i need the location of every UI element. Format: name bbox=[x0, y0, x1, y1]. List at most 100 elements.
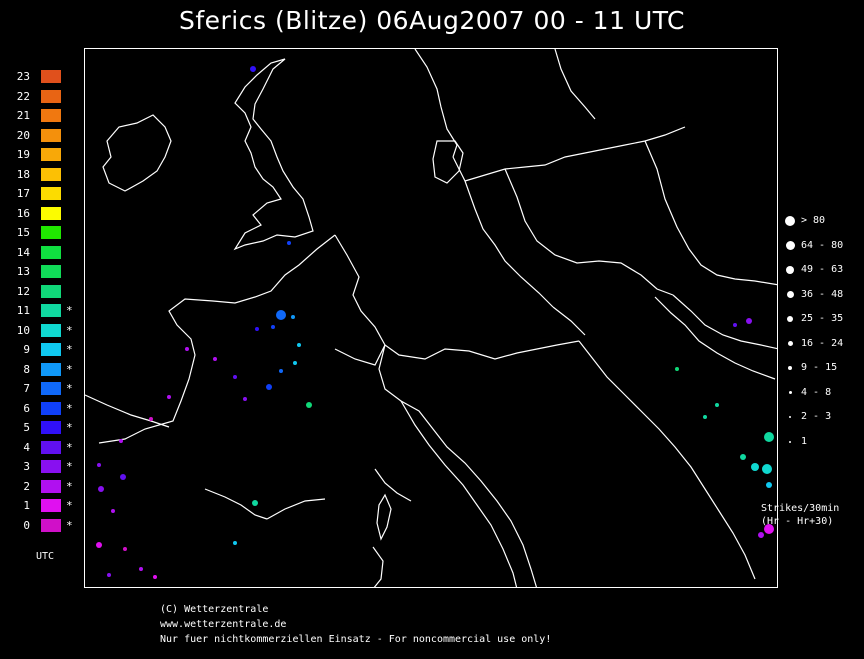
strike-size-range: 16 - 24 bbox=[801, 337, 844, 349]
legend-hour-label: 22 bbox=[16, 89, 30, 103]
legend-color-swatch bbox=[41, 401, 61, 415]
legend-color-swatch bbox=[41, 128, 61, 142]
legend-color-swatch bbox=[41, 518, 61, 532]
europe-map bbox=[85, 49, 777, 587]
strike-size-range: 4 - 8 bbox=[801, 386, 832, 398]
legend-color-swatch bbox=[41, 323, 61, 337]
legend-row-hour-7: 7 * bbox=[8, 382, 78, 396]
legend-row-hour-2: 2 * bbox=[8, 479, 78, 494]
legend-row-hour-9: 9 * bbox=[8, 343, 78, 357]
map-area bbox=[84, 48, 778, 588]
strike-size-row: > 80 bbox=[783, 214, 863, 228]
map-title: Sferics (Blitze) 06Aug2007 00 - 11 UTC bbox=[178, 6, 686, 35]
legend-row-hour-1: 1 * bbox=[8, 499, 78, 513]
strike-size-row: 16 - 24 bbox=[783, 337, 863, 351]
legend-active-marker: * bbox=[66, 460, 73, 473]
strike-size-dot bbox=[785, 241, 795, 250]
strike-size-range: > 80 bbox=[801, 215, 826, 226]
footer-notice: Nur fuer nichtkommerziellen Einsatz - Fo… bbox=[160, 634, 552, 645]
legend-color-swatch bbox=[41, 187, 61, 200]
legend-row-hour-10: 10 * bbox=[8, 323, 78, 338]
legend-row-hour-19: 19 bbox=[8, 148, 78, 162]
legend-row-hour-22: 22 bbox=[8, 89, 78, 104]
legend-color-swatch bbox=[41, 265, 61, 278]
strike-size-dot bbox=[786, 291, 794, 298]
strike-size-dot bbox=[789, 416, 791, 418]
strike-size-row: 4 - 8 bbox=[783, 386, 863, 400]
legend-hour-label: 11 bbox=[16, 304, 30, 317]
strike-size-range: 49 - 63 bbox=[801, 264, 844, 275]
legend-hour-label: 10 bbox=[16, 323, 30, 337]
legend-active-marker: * bbox=[66, 362, 73, 376]
legend-active-marker: * bbox=[66, 304, 73, 317]
legend-color-swatch bbox=[41, 382, 61, 395]
legend-color-swatch bbox=[41, 343, 61, 356]
strike-size-dot bbox=[786, 266, 794, 274]
strike-size-range: 36 - 48 bbox=[801, 288, 844, 300]
strike-size-row: 9 - 15 bbox=[783, 361, 863, 375]
legend-active-marker: * bbox=[66, 518, 73, 532]
strike-size-range: 2 - 3 bbox=[801, 411, 832, 422]
legend-color-swatch bbox=[41, 167, 61, 181]
legend-hour-label: 8 bbox=[23, 362, 30, 376]
legend-hour-label: 16 bbox=[16, 206, 30, 220]
legend-hour-label: 17 bbox=[16, 187, 30, 200]
legend-row-hour-12: 12 bbox=[8, 284, 78, 299]
legend-hour-label: 20 bbox=[16, 128, 30, 142]
legend-row-hour-4: 4 * bbox=[8, 440, 78, 455]
footer-copyright: (C) Wetterzentrale bbox=[160, 604, 269, 615]
strike-size-dot bbox=[787, 341, 793, 346]
legend-row-hour-20: 20 bbox=[8, 128, 78, 143]
legend-active-marker: * bbox=[66, 440, 73, 454]
legend-color-swatch bbox=[41, 304, 61, 317]
legend-row-hour-6: 6 * bbox=[8, 401, 78, 416]
legend-hour-label: 23 bbox=[16, 70, 30, 83]
legend-row-hour-15: 15 bbox=[8, 226, 78, 240]
legend-hour-label: 7 bbox=[23, 382, 30, 395]
legend-color-swatch bbox=[41, 479, 61, 493]
legend-row-hour-23: 23 bbox=[8, 70, 78, 84]
legend-color-swatch bbox=[41, 460, 61, 473]
legend-hour-label: 4 bbox=[23, 440, 30, 454]
legend-color-swatch bbox=[41, 89, 61, 103]
legend-active-marker: * bbox=[66, 323, 73, 337]
strike-size-range: 9 - 15 bbox=[801, 362, 838, 373]
legend-hour-label: 1 bbox=[23, 499, 30, 512]
legend-color-swatch bbox=[41, 70, 61, 83]
legend-color-swatch bbox=[41, 362, 61, 376]
legend-active-marker: * bbox=[66, 382, 73, 395]
legend-hour-label: 15 bbox=[16, 226, 30, 239]
strike-size-row: 49 - 63 bbox=[783, 263, 863, 277]
legend-hour-label: 13 bbox=[16, 265, 30, 278]
legend-row-hour-16: 16 bbox=[8, 206, 78, 221]
legend-hour-label: 9 bbox=[23, 343, 30, 356]
lightning-strikes bbox=[96, 66, 774, 579]
legend-active-marker: * bbox=[66, 421, 73, 434]
strikes-per-30min-note: Strikes/30min (Hr - Hr+30) bbox=[761, 503, 840, 527]
strike-size-row: 25 - 35 bbox=[783, 312, 863, 326]
strike-size-dot bbox=[785, 216, 795, 226]
legend-color-swatch bbox=[41, 440, 61, 454]
strike-size-dot bbox=[787, 316, 793, 322]
legend-row-hour-14: 14 bbox=[8, 245, 78, 260]
strike-size-row: 36 - 48 bbox=[783, 288, 863, 302]
legend-active-marker: * bbox=[66, 479, 73, 493]
legend-color-swatch bbox=[41, 421, 61, 434]
legend-row-hour-3: 3 * bbox=[8, 460, 78, 474]
strike-size-dot bbox=[788, 366, 792, 370]
legend-color-swatch bbox=[41, 499, 61, 512]
legend-hour-label: 14 bbox=[16, 245, 30, 259]
legend-hour-label: 18 bbox=[16, 167, 30, 181]
strike-size-range: 64 - 80 bbox=[801, 239, 844, 251]
legend-hour-label: 2 bbox=[23, 479, 30, 493]
strike-size-dot bbox=[789, 440, 791, 443]
legend-row-hour-13: 13 bbox=[8, 265, 78, 279]
legend-row-hour-17: 17 bbox=[8, 187, 78, 201]
strike-size-dot bbox=[788, 391, 792, 394]
legend-color-swatch bbox=[41, 284, 61, 298]
legend-color-swatch bbox=[41, 148, 61, 161]
strike-size-row: 2 - 3 bbox=[783, 410, 863, 424]
coastlines-borders bbox=[85, 49, 777, 587]
legend-row-hour-5: 5 * bbox=[8, 421, 78, 435]
legend-row-hour-11: 11 * bbox=[8, 304, 78, 318]
